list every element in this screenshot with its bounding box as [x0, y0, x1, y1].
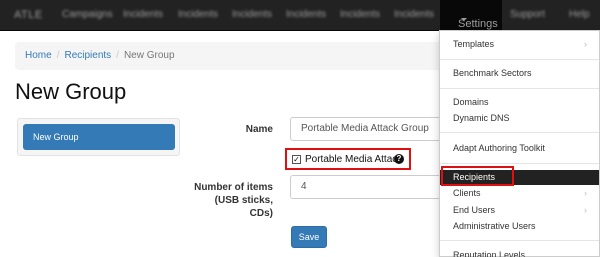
nav-item[interactable]: Incidents [232, 9, 272, 20]
items-label-line: (USB sticks, [214, 195, 273, 206]
breadcrumb: Home / Recipients / New Group [15, 42, 445, 70]
menu-item-templates[interactable]: Templates › [440, 37, 599, 52]
nav-item[interactable]: Incidents [286, 9, 326, 20]
sidebar-panel: New Group [17, 118, 180, 156]
menu-divider [440, 240, 599, 241]
nav-item[interactable]: Incidents [178, 9, 218, 20]
checkbox-label[interactable]: Portable Media Attack [305, 154, 402, 165]
caret-down-icon [461, 18, 467, 21]
page-title: New Group [15, 79, 127, 104]
breadcrumb-separator: / [116, 50, 119, 61]
breadcrumb-separator: / [56, 50, 60, 61]
menu-divider [440, 59, 599, 60]
nav-item-help[interactable]: Help [569, 9, 590, 20]
save-button[interactable]: Save [291, 226, 327, 248]
question-circle-icon[interactable]: ? [394, 154, 404, 164]
menu-item-domains[interactable]: Domains [440, 95, 599, 110]
menu-divider [440, 163, 599, 164]
breadcrumb-current: New Group [123, 50, 175, 61]
menu-item-reputation-levels[interactable]: Reputation Levels [440, 248, 599, 257]
recipients-highlight-box [441, 166, 514, 186]
menu-item-label: Templates [453, 39, 495, 49]
menu-item-benchmark-sectors[interactable]: Benchmark Sectors [440, 66, 599, 81]
menu-item-label: End Users [453, 205, 496, 215]
breadcrumb-home-link[interactable]: Home [25, 50, 52, 61]
brand-logo[interactable]: ATLE [14, 9, 43, 21]
chevron-right-icon: › [584, 188, 587, 198]
menu-item-label: Clients [453, 188, 481, 198]
menu-divider [440, 132, 599, 133]
nav-item[interactable]: Incidents [394, 9, 434, 20]
portable-media-attack-checkbox[interactable]: ✓ [292, 155, 301, 164]
top-navbar: ATLE Campaigns Incidents Incidents Incid… [0, 0, 600, 31]
number-of-items-label: Number of items (USB sticks, CDs) [170, 181, 273, 220]
items-label-line: CDs) [249, 208, 273, 219]
menu-item-dynamic-dns[interactable]: Dynamic DNS [440, 111, 599, 126]
chevron-right-icon: › [584, 39, 587, 49]
name-label: Name [245, 124, 273, 135]
breadcrumb-recipients-link[interactable]: Recipients [64, 50, 111, 61]
nav-item-support[interactable]: Support [510, 9, 545, 20]
items-label-line: Number of items [194, 182, 273, 193]
sidebar-item-new-group[interactable]: New Group [23, 124, 175, 150]
nav-item-campaigns[interactable]: Campaigns [62, 9, 113, 20]
nav-item[interactable]: Incidents [340, 9, 380, 20]
portable-media-attack-checkbox-group: ✓ Portable Media Attack ? [285, 148, 411, 170]
menu-item-end-users[interactable]: End Users › [440, 203, 599, 218]
menu-item-administrative-users[interactable]: Administrative Users [440, 219, 599, 234]
number-of-items-input[interactable]: 4 [290, 175, 450, 199]
menu-divider [440, 88, 599, 89]
name-input[interactable]: Portable Media Attack Group [290, 117, 450, 141]
menu-item-clients[interactable]: Clients › [440, 186, 599, 201]
nav-item[interactable]: Incidents [123, 9, 163, 20]
chevron-right-icon: › [584, 205, 587, 215]
settings-menu-toggle[interactable]: Settings [440, 0, 502, 31]
menu-item-adapt-authoring-toolkit[interactable]: Adapt Authoring Toolkit [440, 141, 599, 156]
settings-dropdown-menu: Templates › Benchmark Sectors Domains Dyn… [439, 30, 600, 257]
